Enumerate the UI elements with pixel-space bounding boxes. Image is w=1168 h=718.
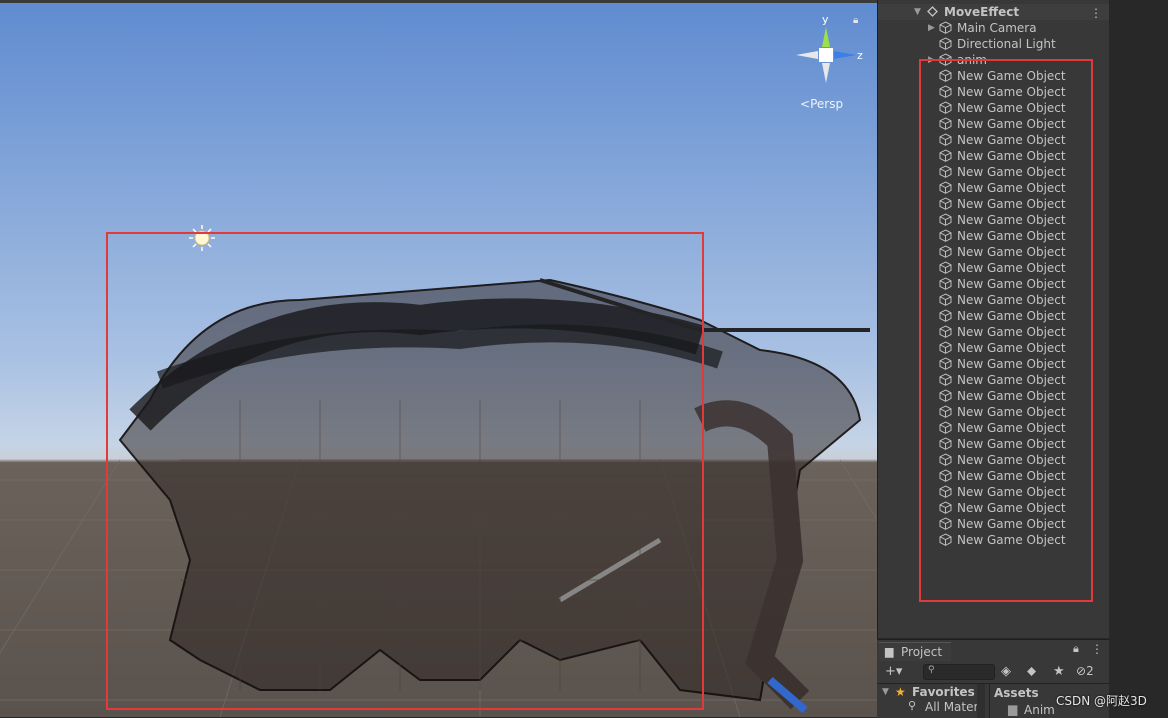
unity-scene-icon [927,6,938,17]
hierarchy-panel: ▼ MoveEffect ⋮ ▶ Main Camera Directional L… [877,0,1110,638]
kebab-icon[interactable]: ⋮ [1091,642,1103,656]
filter-by-type-icon[interactable]: ◈ [1001,664,1011,679]
scrollbar[interactable] [977,684,985,718]
collapse-arrow-icon[interactable]: ▼ [914,4,921,20]
search-input[interactable]: ⚲ [923,664,995,680]
assets-item[interactable]: Anim [1024,703,1055,717]
favorite-star-icon[interactable]: ★ [1053,664,1065,679]
projection-label: Persp [810,97,844,111]
gameobject-cube-icon [939,37,952,50]
collapse-arrow-icon[interactable]: ▼ [882,687,889,697]
favorites-item[interactable]: All Materi [925,700,982,714]
side-gutter [1109,0,1168,717]
gameobject-cube-icon [939,21,952,34]
scene-view[interactable]: y z 🔒︎ <Persp [0,0,877,717]
star-icon: ★ [895,685,906,699]
expand-arrow-icon[interactable]: ▶ [928,20,935,36]
kebab-icon[interactable]: ⋮ [1090,5,1102,21]
folder-icon: ▆ [885,645,894,658]
search-icon: ⚲ [928,665,935,675]
add-button[interactable]: +▾ [885,664,902,679]
hierarchy-item[interactable]: Directional Light [878,36,1110,52]
folder-icon: ▆ [1008,702,1018,716]
project-toolbar: +▾ ⚲ ◈ ⬥ ★ ⊘2 [877,661,1109,684]
svg-text:y: y [822,13,829,26]
projection-toggle[interactable]: <Persp [800,97,843,111]
hidden-packages-toggle[interactable]: ⊘2 [1076,664,1094,678]
hierarchy-item[interactable]: ▶ Main Camera [878,20,1110,36]
svg-text:z: z [857,49,863,62]
search-icon: ⚲ [908,699,917,712]
hierarchy-scene-row[interactable]: ▼ MoveEffect ⋮ [878,4,1110,20]
tab-project-label: Project [901,645,943,659]
project-folder-tree: ▼ ★ Favorites ⚲ All Materi [877,684,987,718]
tab-project[interactable]: ▆ Project [879,642,951,661]
highlight-box-scene [106,232,704,710]
highlight-box-hierarchy [919,59,1093,602]
lock-icon[interactable]: 🔒︎ [853,15,858,26]
filter-by-label-icon[interactable]: ⬥ [1027,664,1036,679]
assets-label[interactable]: Assets [994,686,1039,700]
lock-icon[interactable]: 🔒︎ [1073,642,1079,656]
hidden-count: 2 [1086,664,1094,678]
favorites-label[interactable]: Favorites [912,685,975,699]
scene-name: MoveEffect [944,5,1020,19]
hierarchy-item-label: Directional Light [957,37,1056,51]
eye-slash-icon: ⊘ [1076,664,1087,678]
watermark: CSDN @阿赵3D [1056,694,1147,708]
hierarchy-item-label: Main Camera [957,21,1037,35]
